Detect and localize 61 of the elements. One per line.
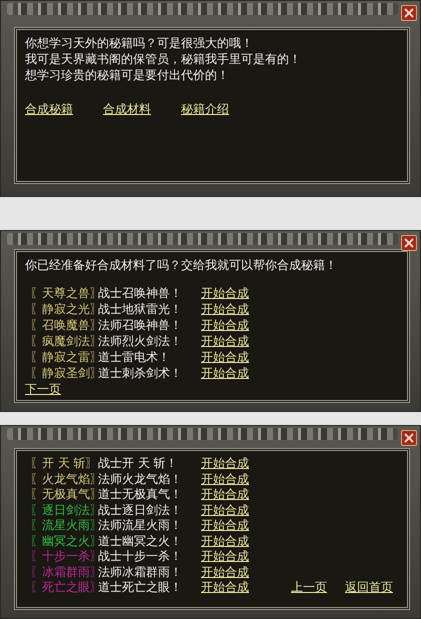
skill-description: 法师火龙气焰！ [98, 472, 183, 487]
skill-tag: 〖火龙气焰〗 [30, 472, 96, 487]
skill-description: 道士雷电术！ [98, 349, 171, 365]
page-link[interactable]: 上一页 [291, 580, 327, 596]
start-link[interactable]: 开始合成 [201, 518, 249, 534]
page-link[interactable]: 下一页 [25, 381, 61, 397]
start-link[interactable]: 开始合成 [201, 549, 249, 564]
skill-tag: 〖静寂之雷〗 [30, 349, 96, 365]
menu-link[interactable]: 秘籍介绍 [181, 101, 229, 117]
skill-description: 战士召唤神兽！ [98, 285, 183, 301]
skill-tag: 〖静寂圣剑〗 [30, 365, 96, 381]
start-link[interactable]: 开始合成 [201, 502, 249, 518]
start-link[interactable]: 开始合成 [201, 456, 249, 472]
skill-tag: 〖幽冥之火〗 [30, 534, 96, 549]
skill-tag: 〖天尊之兽〗 [30, 285, 96, 301]
skill-description: 法师烈火剑法！ [98, 333, 183, 349]
skill-description: 道士死亡之眼！ [98, 580, 183, 596]
close-button[interactable] [401, 430, 417, 446]
menu-link[interactable]: 合成秘籍 [25, 101, 73, 117]
skill-tag: 〖开 天 斩〗 [30, 456, 96, 472]
close-icon [404, 238, 414, 248]
menu-link[interactable]: 合成材料 [103, 101, 151, 117]
skill-tag: 〖无极真气〗 [30, 487, 96, 502]
skill-tag: 〖召唤魔兽〗 [30, 317, 96, 333]
start-link[interactable]: 开始合成 [201, 472, 249, 487]
start-link[interactable]: 开始合成 [201, 534, 249, 549]
skill-description: 道士刺杀剑术！ [98, 365, 183, 381]
start-link[interactable]: 开始合成 [201, 333, 249, 349]
skill-tag: 〖十步一杀〗 [30, 549, 96, 564]
skill-description: 战士十步一杀！ [98, 549, 183, 564]
skill-tag: 〖冰霜群雨〗 [30, 564, 96, 580]
dialog-text: 你已经准备好合成材料了吗？交给我就可以帮你合成秘籍！ [25, 257, 338, 273]
close-icon [404, 433, 414, 443]
start-link[interactable]: 开始合成 [201, 580, 249, 596]
start-link[interactable]: 开始合成 [201, 487, 249, 502]
skill-description: 道士无极真气！ [98, 487, 183, 502]
skill-tag: 〖流星火雨〗 [30, 518, 96, 534]
close-button[interactable] [401, 5, 417, 21]
start-link[interactable]: 开始合成 [201, 317, 249, 333]
start-link[interactable]: 开始合成 [201, 349, 249, 365]
dialog-text: 我可是天界藏书阁的保管员，秘籍我手里可是有的！ [25, 51, 302, 67]
skill-description: 战士地狱雷光！ [98, 301, 183, 317]
skill-tag: 〖疯魔剑法〗 [30, 333, 96, 349]
start-link[interactable]: 开始合成 [201, 301, 249, 317]
start-link[interactable]: 开始合成 [201, 564, 249, 580]
skill-description: 战士逐日剑法！ [98, 502, 183, 518]
skill-tag: 〖静寂之光〗 [30, 301, 96, 317]
skill-description: 战士开 天 斩！ [98, 456, 179, 472]
skill-description: 道士幽冥之火！ [98, 534, 183, 549]
skill-description: 法师冰霜群雨！ [98, 564, 183, 580]
close-button[interactable] [401, 235, 417, 251]
skill-tag: 〖死亡之眼〗 [30, 580, 96, 596]
close-icon [404, 8, 414, 18]
page-link[interactable]: 返回首页 [345, 580, 393, 596]
skill-description: 法师召唤神兽！ [98, 317, 183, 333]
start-link[interactable]: 开始合成 [201, 285, 249, 301]
skill-tag: 〖逐日剑法〗 [30, 502, 96, 518]
dialog-text: 想学习珍贵的秘籍可是要付出代价的！ [25, 67, 230, 83]
start-link[interactable]: 开始合成 [201, 365, 249, 381]
dialog-text: 你想学习天外的秘籍吗？可是很强大的哦！ [25, 35, 254, 51]
skill-description: 法师流星火雨！ [98, 518, 183, 534]
